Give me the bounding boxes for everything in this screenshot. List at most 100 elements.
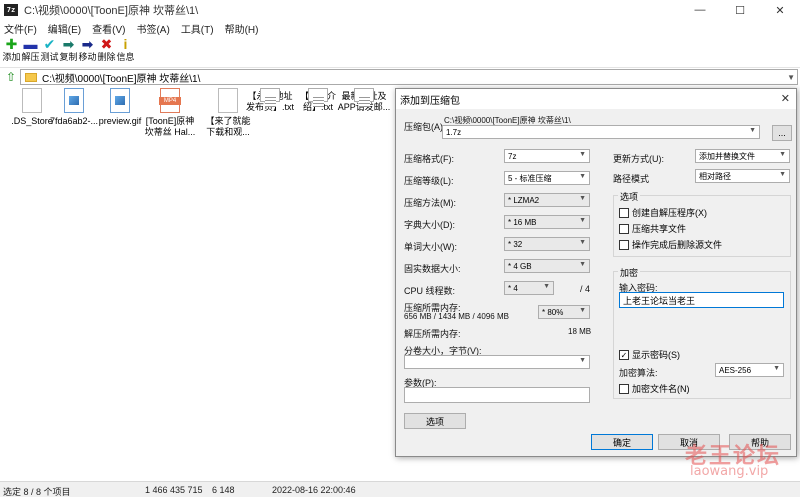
address-bar: ⇧ C:\视频\0000\[ToonE]原神 坎蒂丝\1\ ▼ — [0, 67, 800, 85]
status-selected: 选定 8 / 8 个项目 — [3, 487, 71, 497]
toolbar-button-2[interactable]: ✔ 测试 — [40, 36, 59, 66]
file-item[interactable]: 最新地址及 APP请发邮... — [334, 88, 394, 113]
chevron-down-icon: ▼ — [779, 151, 786, 158]
create-sfx-label: 创建自解压程序(X) — [632, 208, 707, 218]
path-mode-select[interactable]: 相对路径 ▼ — [695, 169, 790, 183]
create-sfx-checkbox[interactable]: 创建自解压程序(X) — [619, 206, 707, 219]
solid-size-value: * 4 GB — [508, 261, 532, 271]
menu-file[interactable]: 文件(F) — [4, 21, 37, 36]
format-label: 压缩格式(F): — [404, 154, 454, 164]
chevron-down-icon: ▼ — [543, 283, 550, 290]
file-name: 【来了就能 下载和观... — [205, 116, 251, 137]
cpu-threads-total: / 4 — [580, 284, 591, 294]
toolbar-button-3[interactable]: ➡ 复制 — [59, 36, 78, 66]
status-bar: 选定 8 / 8 个项目 1 466 435 715 6 148 2022-08… — [0, 481, 800, 497]
minus-icon: ▬ — [23, 36, 38, 52]
text-file-icon — [260, 88, 280, 107]
decompress-memory-value: 18 MB — [568, 327, 592, 336]
status-packed-size: 6 148 — [212, 485, 235, 495]
dictionary-select[interactable]: * 16 MB ▼ — [504, 215, 590, 229]
encryption-method-value: AES-256 — [719, 365, 752, 375]
browse-button[interactable]: ... — [772, 125, 792, 141]
toolbar-button-6[interactable]: i 信息 — [116, 36, 135, 66]
file-icon — [218, 88, 238, 113]
toolbar-label: 添加 — [2, 52, 21, 62]
level-select[interactable]: 5 - 标准压缩 ▼ — [504, 171, 590, 185]
title-bar: 7z C:\视频\0000\[ToonE]原神 坎蒂丝\1\ — ☐ ✕ — [0, 0, 800, 20]
show-password-checkbox[interactable]: ✓ 显示密码(S) — [619, 348, 680, 361]
toolbar-label: 解压 — [21, 52, 40, 62]
mp4-badge: MP4 — [159, 97, 181, 105]
checkbox-box — [619, 207, 629, 218]
options-button[interactable]: 选项 — [404, 413, 466, 429]
chevron-down-icon: ▼ — [579, 307, 586, 314]
text-file-icon — [308, 88, 328, 107]
toolbar-label: 删除 — [97, 52, 116, 62]
maximize-button[interactable]: ☐ — [720, 0, 760, 20]
file-icon — [22, 88, 42, 113]
encryption-method-label: 加密算法: — [619, 368, 658, 378]
delete-x-icon: ✖ — [100, 35, 113, 52]
cpu-threads-select[interactable]: * 4 ▼ — [504, 281, 554, 295]
video-file-icon: MP4 — [159, 88, 181, 113]
menu-bookmarks[interactable]: 书签(A) — [136, 21, 169, 36]
chevron-down-icon: ▼ — [579, 151, 586, 158]
7zip-app-icon: 7z — [4, 4, 18, 16]
folder-icon — [25, 72, 37, 82]
method-select[interactable]: * LZMA2 ▼ — [504, 193, 590, 207]
archive-label: 压缩包(A): — [404, 122, 446, 132]
password-input[interactable]: 上老王论坛当老王 — [619, 292, 784, 308]
menu-tools[interactable]: 工具(T) — [181, 21, 214, 36]
memory-percent-value: * 80% — [542, 307, 564, 317]
up-folder-button[interactable]: ⇧ — [3, 70, 19, 84]
parameters-input[interactable] — [404, 387, 590, 403]
archive-name-combo[interactable]: 1.7z ▼ — [442, 125, 760, 139]
toolbar-button-1[interactable]: ▬ 解压 — [21, 36, 40, 66]
close-icon[interactable]: ✕ — [781, 92, 790, 105]
address-field[interactable]: C:\视频\0000\[ToonE]原神 坎蒂丝\1\ ▼ — [20, 69, 798, 85]
toolbar-label: 信息 — [116, 52, 135, 62]
split-volume-combo[interactable]: ▼ — [404, 355, 590, 369]
minimize-button[interactable]: — — [680, 0, 720, 20]
status-size: 1 466 435 715 — [145, 485, 203, 495]
dialog-title: 添加到压缩包 — [400, 95, 460, 107]
menu-edit[interactable]: 编辑(E) — [48, 21, 81, 36]
format-select[interactable]: 7z ▼ — [504, 149, 590, 163]
format-value: 7z — [508, 151, 517, 161]
solid-size-label: 固实数据大小: — [404, 264, 461, 274]
chevron-down-icon: ▼ — [773, 365, 780, 372]
menu-bar: 文件(F) 编辑(E) 查看(V) 书签(A) 工具(T) 帮助(H) — [0, 20, 800, 36]
copy-arrow-icon: ➡ — [62, 35, 75, 52]
image-file-icon — [110, 88, 130, 113]
toolbar-button-0[interactable]: ✚ 添加 — [2, 36, 21, 66]
chevron-down-icon[interactable]: ▼ — [787, 73, 795, 82]
encrypt-names-checkbox[interactable]: 加密文件名(N) — [619, 382, 690, 395]
menu-help[interactable]: 帮助(H) — [225, 21, 259, 36]
show-password-label: 显示密码(S) — [632, 350, 680, 360]
shared-files-checkbox[interactable]: 压缩共享文件 — [619, 222, 686, 235]
word-size-label: 单词大小(W): — [404, 242, 457, 252]
chevron-down-icon: ▼ — [579, 195, 586, 202]
decompress-memory-label: 解压所需内存: — [404, 329, 461, 339]
close-window-button[interactable]: ✕ — [760, 0, 800, 20]
menu-view[interactable]: 查看(V) — [92, 21, 125, 36]
update-mode-select[interactable]: 添加并替换文件 ▼ — [695, 149, 790, 163]
address-path: C:\视频\0000\[ToonE]原神 坎蒂丝\1\ — [42, 73, 201, 85]
delete-after-checkbox[interactable]: 操作完成后删除源文件 — [619, 238, 722, 251]
shared-files-label: 压缩共享文件 — [632, 224, 687, 234]
encryption-method-select[interactable]: AES-256 ▼ — [715, 363, 784, 377]
word-size-select[interactable]: * 32 ▼ — [504, 237, 590, 251]
cpu-threads-label: CPU 线程数: — [404, 286, 456, 296]
toolbar-button-5[interactable]: ✖ 删除 — [97, 36, 116, 66]
file-name: preview.gif — [98, 116, 142, 126]
solid-size-select[interactable]: * 4 GB ▼ — [504, 259, 590, 273]
memory-percent-select[interactable]: * 80% ▼ — [538, 305, 590, 319]
options-group-title: 选项 — [618, 190, 641, 203]
file-item[interactable]: MP4 [ToonE]原神 坎蒂丝 Hal... — [140, 88, 200, 138]
toolbar: ✚ 添加 ▬ 解压 ✔ 测试 ➡ 复制 ➡ 移动 ✖ 删除 i 信息 — [0, 36, 800, 66]
ok-button[interactable]: 确定 — [591, 434, 653, 450]
toolbar-button-4[interactable]: ➡ 移动 — [78, 36, 97, 66]
checkbox-box — [619, 239, 629, 250]
image-file-icon — [64, 88, 84, 113]
cpu-threads-value: * 4 — [508, 283, 518, 293]
